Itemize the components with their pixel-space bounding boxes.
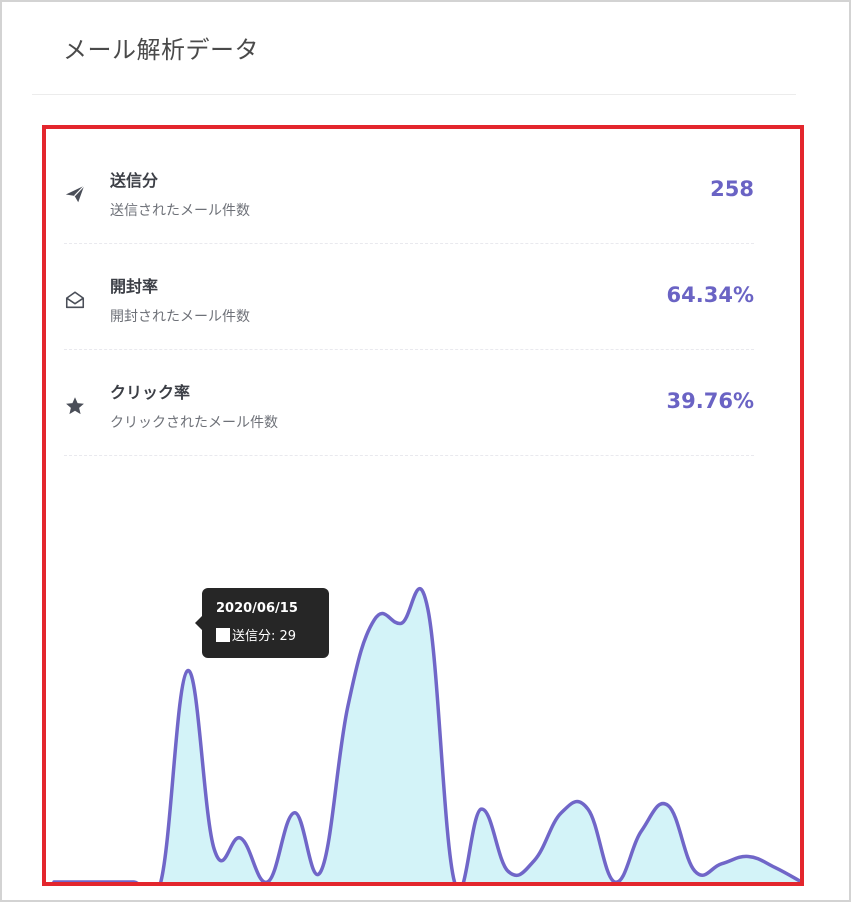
data-point-11[interactable]	[342, 701, 354, 713]
stat-sublabel-open-rate: 開封されたメール件数	[110, 309, 250, 325]
data-point-10[interactable]	[315, 865, 327, 877]
data-point-6[interactable]	[208, 843, 220, 855]
data-point-17[interactable]	[502, 865, 514, 877]
paper-plane-icon	[64, 183, 86, 205]
stat-row-sent: 送信分 送信されたメール件数 258	[64, 137, 754, 244]
stat-sublabel-sent: 送信されたメール件数	[110, 203, 250, 219]
data-point-24[interactable]	[689, 865, 701, 877]
data-point-14[interactable]	[422, 603, 434, 615]
content-frame: メール解析データ 送信分 送信されたメール件数 258 開封率 開封されたメール…	[2, 2, 849, 900]
tooltip-date: 2020/06/15	[216, 601, 298, 616]
data-point-23[interactable]	[662, 800, 674, 812]
data-point-13[interactable]	[395, 617, 407, 629]
tooltip-series-swatch	[216, 628, 230, 642]
tooltip-series-name: 送信分	[232, 629, 272, 644]
title-divider	[32, 94, 796, 95]
open-envelope-icon	[64, 289, 86, 311]
data-point-16[interactable]	[475, 803, 487, 815]
stat-sublabel-click-rate: クリックされたメール件数	[110, 415, 278, 431]
data-point-7[interactable]	[235, 832, 247, 844]
email-analytics-card: 送信分 送信されたメール件数 258 開封率 開封されたメール件数 64.34%…	[42, 125, 804, 886]
page-title: メール解析データ	[63, 36, 259, 64]
data-point-9[interactable]	[288, 807, 300, 819]
star-icon	[64, 395, 86, 417]
tooltip-separator: :	[271, 629, 280, 644]
tooltip-value: 29	[279, 629, 297, 644]
data-point-25[interactable]	[716, 858, 728, 870]
stat-label-open-rate: 開封率	[110, 277, 159, 296]
data-point-0[interactable]	[48, 876, 60, 882]
data-point-18[interactable]	[529, 854, 541, 866]
data-point-2[interactable]	[101, 876, 113, 882]
stat-label-sent: 送信分	[110, 171, 159, 190]
stat-label-click-rate: クリック率	[110, 383, 191, 402]
tooltip-line: 送信分: 29	[216, 625, 296, 644]
data-point-5[interactable]	[182, 665, 194, 677]
stat-row-click-rate: クリック率 クリックされたメール件数 39.76%	[64, 349, 754, 456]
data-point-20[interactable]	[582, 803, 594, 815]
data-point-22[interactable]	[635, 825, 647, 837]
data-point-27[interactable]	[769, 861, 781, 873]
data-point-1[interactable]	[75, 876, 87, 882]
chart-tooltip: 2020/06/15 送信分: 29	[195, 588, 329, 658]
data-point-19[interactable]	[555, 807, 567, 819]
stat-value-sent: 258	[710, 177, 754, 201]
stat-row-open-rate: 開封率 開封されたメール件数 64.34%	[64, 243, 754, 350]
stat-value-click-rate: 39.76%	[666, 389, 754, 413]
data-point-26[interactable]	[742, 851, 754, 863]
stat-value-open-rate: 64.34%	[666, 283, 754, 307]
data-point-12[interactable]	[368, 614, 380, 626]
data-point-3[interactable]	[128, 876, 140, 882]
